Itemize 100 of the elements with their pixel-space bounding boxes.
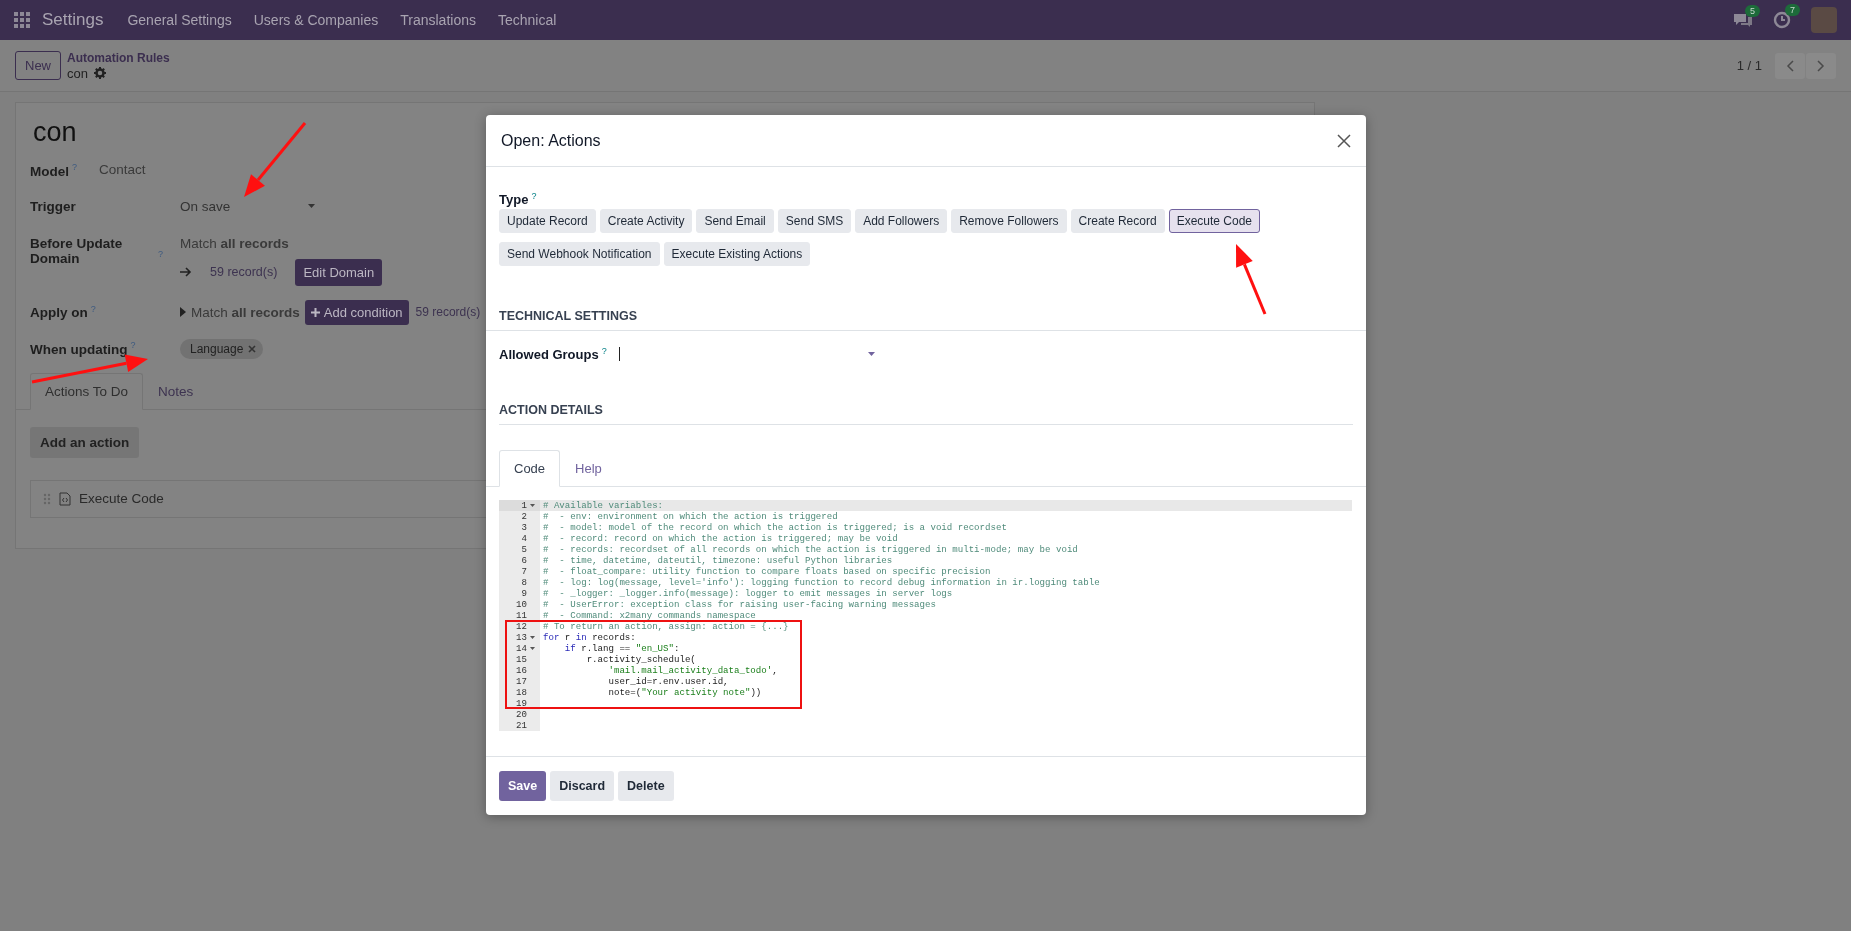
trigger-select[interactable]: On save [180, 198, 315, 214]
add-condition-button[interactable]: Add condition [304, 299, 409, 325]
gear-icon [94, 67, 106, 79]
apps-grid-icon [14, 12, 30, 28]
dialog-title: Open: Actions [501, 131, 601, 150]
record-title: con [33, 117, 77, 148]
record-name: con [67, 65, 88, 81]
message-count-badge: 5 [1745, 5, 1760, 17]
action-type-button[interactable]: Execute Code [1168, 209, 1260, 234]
dropdown-caret-icon [868, 352, 875, 357]
edit-domain-button[interactable]: Edit Domain [295, 258, 383, 286]
chevron-left-icon [1786, 59, 1794, 72]
fold-caret-icon[interactable] [530, 647, 535, 651]
previous-button[interactable] [1775, 52, 1805, 79]
remove-tag-icon[interactable] [248, 344, 257, 353]
help-mark[interactable]: ? [601, 346, 607, 357]
code-line: user_id=r.env.user.id, [607, 676, 729, 688]
field-label: When updating [30, 341, 128, 357]
field-label: Apply on [30, 305, 88, 321]
action-type-button[interactable]: Add Followers [855, 209, 948, 234]
code-line: # To return an action, assign: action = {...} [543, 621, 789, 633]
code-line: # - UserError: exception class for raising user-facing warning messages [543, 599, 936, 611]
code-line: note=("Your activity note")) [607, 687, 762, 699]
new-button[interactable]: New [15, 51, 61, 80]
code-line: # - records: recordset of all records on which the action is triggered in multi-mode; may be void [543, 544, 1078, 556]
action-type-button[interactable]: Remove Followers [951, 209, 1067, 234]
code-line: r.activity_schedule( [585, 654, 696, 666]
field-tag: Language [180, 338, 264, 359]
close-icon[interactable] [1337, 133, 1351, 148]
next-button[interactable] [1806, 52, 1836, 79]
drag-handle-icon [43, 492, 51, 505]
add-action-button[interactable]: Add an action [30, 426, 140, 458]
section-heading: ACTION DETAILS [499, 403, 1353, 426]
editor-tab[interactable]: Help [560, 450, 617, 488]
code-line: # - model: model of the record on which the action is triggered; is a void recordset [543, 522, 1007, 534]
code-line: # - time, datetime, dateutil, timezone: useful Python libraries [543, 555, 893, 567]
fold-caret-icon[interactable] [530, 636, 535, 640]
model-value: Contact [99, 162, 146, 177]
line-number: 3 [521, 522, 527, 534]
code-line: for r in records: [543, 632, 636, 644]
menu-item[interactable]: Users & Companies [253, 12, 379, 28]
domain-summary: Match all records [191, 304, 300, 320]
right-arrow-icon [180, 267, 192, 277]
section-heading: TECHNICAL SETTINGS [486, 309, 1366, 332]
dialog-button[interactable]: Delete [618, 771, 674, 801]
annotation-arrow [1236, 244, 1267, 315]
action-type-button[interactable]: Create Activity [599, 209, 693, 234]
code-line: # - record: record on which the action is triggered; may be void [543, 533, 898, 545]
action-type-button[interactable]: Send Email [696, 209, 774, 234]
line-number: 4 [521, 533, 527, 545]
line-number: 5 [521, 544, 527, 556]
record-count-link[interactable]: 59 record(s) [415, 305, 481, 319]
line-number: 18 [516, 687, 527, 699]
line-number: 17 [516, 676, 527, 688]
action-type-button[interactable]: Send Webhook Notification [499, 242, 660, 267]
line-number: 15 [516, 654, 527, 666]
line-number: 11 [516, 610, 527, 622]
line-number: 6 [521, 555, 527, 567]
fold-caret-icon[interactable] [530, 504, 535, 508]
action-name: Execute Code [79, 491, 164, 506]
code-line: # - Command: x2many commands namespace [543, 610, 756, 622]
code-line: 'mail.mail_activity_data_todo', [607, 665, 778, 677]
line-number: 14 [516, 643, 527, 655]
line-number: 20 [516, 709, 527, 721]
line-number: 13 [516, 632, 527, 644]
chat-icon [1733, 12, 1753, 28]
plus-icon [310, 307, 320, 317]
menu-item[interactable]: General Settings [127, 12, 232, 28]
editor-tab[interactable]: Code [499, 450, 561, 488]
app-name[interactable]: Settings [42, 10, 104, 30]
line-number: 1 [521, 500, 527, 512]
expand-triangle-icon [180, 307, 186, 317]
field-label: Before Update Domain [30, 235, 124, 266]
action-type-button[interactable]: Create Record [1070, 209, 1165, 234]
chevron-right-icon [1817, 59, 1825, 72]
action-type-button[interactable]: Update Record [499, 209, 596, 234]
menu-item[interactable]: Translations [400, 12, 476, 28]
dropdown-caret-icon [308, 204, 315, 208]
form-tab[interactable]: Actions To Do [30, 372, 144, 410]
action-type-button[interactable]: Send SMS [777, 209, 852, 234]
menu-item[interactable]: Technical [498, 12, 557, 28]
pager-value: 1 / 1 [1736, 58, 1762, 73]
breadcrumb-link[interactable]: Automation Rules [67, 50, 170, 66]
help-mark[interactable]: ? [531, 191, 537, 201]
save-button[interactable]: Save [499, 771, 547, 801]
field-label: Trigger [30, 198, 77, 214]
code-file-icon [59, 491, 71, 506]
code-line: # - _logger: _logger.info(message): logger to emit messages in server logs [543, 588, 953, 600]
form-tab[interactable]: Notes [143, 372, 209, 410]
dialog-button[interactable]: Discard [550, 771, 615, 801]
action-type-button[interactable]: Execute Existing Actions [663, 242, 811, 267]
clock-icon [1773, 11, 1791, 29]
record-count-link[interactable]: 59 record(s) [210, 265, 278, 279]
field-label: Model [30, 163, 69, 179]
code-line: if r.lang == "en_US": [563, 643, 680, 655]
code-line: # Available variables: [543, 500, 664, 512]
line-number: 9 [521, 588, 527, 600]
field-label: Allowed Groups [499, 347, 599, 363]
domain-summary: Match all records [180, 235, 290, 251]
activity-count-badge: 7 [1785, 4, 1800, 16]
